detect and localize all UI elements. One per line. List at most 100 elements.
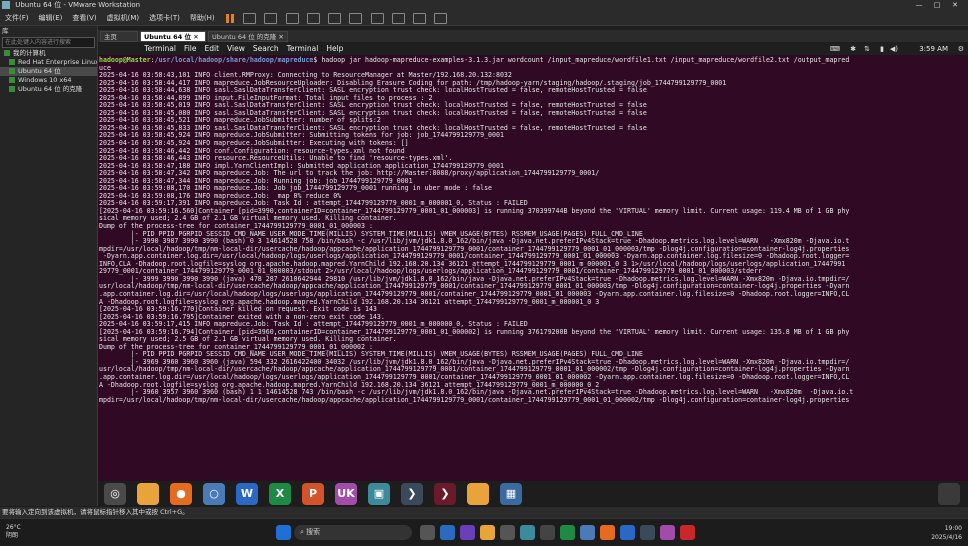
library-item-my-computer[interactable]: 我的计算机 [0, 49, 97, 58]
weather-widget[interactable]: 26°C 阴朗 [6, 524, 21, 540]
tab-home[interactable]: 主页 [100, 31, 138, 42]
library-item-redhat[interactable]: Red Hat Enterprise Linux 6 [0, 58, 97, 67]
ubuntu-logo-icon[interactable]: ◎ [104, 483, 126, 505]
vm-icon [9, 77, 15, 83]
settings-gear-icon[interactable]: ⚙ [958, 43, 964, 55]
taskbar-search[interactable]: ⌕ 搜索 [294, 525, 412, 540]
library-item-windows10[interactable]: Windows 10 x64 [0, 76, 97, 85]
library-view-icon[interactable] [328, 12, 342, 24]
synaptic-icon[interactable]: ▣ [368, 483, 390, 505]
terminal-menu-terminal[interactable]: Terminal [283, 43, 323, 55]
snapshot-manager-icon[interactable] [306, 12, 320, 24]
app-icon[interactable] [660, 525, 675, 540]
edge-icon[interactable] [440, 525, 455, 540]
terminal-output[interactable]: hadoop@Master:/usr/local/hadoop/share/ha… [98, 55, 968, 481]
terminal-alt-icon-glyph: ❯ [440, 487, 450, 500]
terminal-icon-glyph: ❯ [407, 487, 417, 500]
menu-edit[interactable]: 编辑(E) [34, 11, 68, 25]
library-item-ubuntu[interactable]: Ubuntu 64 位 [0, 67, 97, 76]
file-explorer-icon[interactable] [480, 525, 495, 540]
display-icon[interactable]: ▦ [500, 483, 522, 505]
stretch-icon[interactable] [434, 12, 448, 24]
app-icon[interactable] [560, 525, 575, 540]
terminal-line: mpdir=/usr/local/hadoop/tmp/nm-local-dir… [99, 395, 850, 404]
visual-studio-icon[interactable] [460, 525, 475, 540]
minimize-icon[interactable]: — [910, 0, 928, 11]
terminal-prompt-line: hadoop@Master:/usr/local/hadoop/share/ha… [99, 56, 850, 64]
uk-software-icon[interactable]: UK [335, 483, 357, 505]
display-icon-glyph: ▦ [505, 487, 517, 500]
app-icon[interactable] [620, 525, 635, 540]
firefox-icon-glyph: ● [176, 487, 186, 500]
bluetooth-icon[interactable]: ✱ [850, 43, 856, 55]
menu-view[interactable]: 查看(V) [67, 11, 101, 25]
terminal-lines: uce 2025-04-16 03:58:43,101 INFO client.R… [99, 64, 968, 405]
prompt-user: hadoop@Master [99, 56, 151, 64]
terminal-alt-icon[interactable]: ❯ [434, 483, 456, 505]
library-header: 库 [2, 27, 9, 35]
thumbnail-view-icon[interactable] [349, 12, 363, 24]
command-text: $ hadoop jar hadoop-mapreduce-examples-3… [313, 56, 850, 64]
app-icon[interactable] [540, 525, 555, 540]
chrome-icon[interactable] [580, 525, 595, 540]
volume-icon[interactable]: ◀) [890, 43, 898, 55]
terminal-menu-file[interactable]: File [180, 43, 201, 55]
computer-icon [4, 50, 10, 56]
send-keys-icon[interactable] [243, 12, 257, 24]
terminal-menu-help[interactable]: Help [322, 43, 347, 55]
firefox-icon[interactable]: ● [170, 483, 192, 505]
trash-icon[interactable] [938, 483, 960, 505]
wps-icon[interactable] [680, 525, 695, 540]
ubuntu-top-bar: Terminal File Edit View Search Terminal Help ⌨… [98, 43, 968, 55]
synaptic-icon-glyph: ▣ [373, 487, 385, 500]
taskbar-clock[interactable]: 19:00 2025/4/16 [931, 524, 962, 542]
task-view-icon[interactable] [420, 525, 435, 540]
terminal-menu-view[interactable]: View [223, 43, 249, 55]
close-icon[interactable]: ✕ [278, 33, 283, 41]
ubuntu-logo-icon-glyph: ◎ [110, 487, 120, 500]
app-icon[interactable] [640, 525, 655, 540]
fullscreen-icon[interactable] [391, 12, 405, 24]
chromium-icon[interactable]: ○ [203, 483, 225, 505]
close-icon[interactable]: ✕ [193, 33, 198, 41]
menu-tabs[interactable]: 选项卡(T) [144, 11, 185, 25]
pause-icon[interactable] [225, 13, 234, 23]
close-icon[interactable]: ✕ [946, 0, 964, 11]
weather-temp: 26°C [6, 524, 21, 531]
menu-vm[interactable]: 虚拟机(M) [102, 11, 145, 25]
tab-ubuntu-clone[interactable]: Ubuntu 64 位 的克隆 ✕ [208, 31, 288, 42]
app-icon[interactable] [600, 525, 615, 540]
folder-icon[interactable] [467, 483, 489, 505]
library-sidebar: 库 在此处键入内容进行搜索 我的计算机 Red Hat Enterprise L… [0, 26, 98, 506]
ubuntu-dock: ◎ ● ○ W X P UK ▣ ❯ ❯ ▦ [98, 481, 968, 507]
terminal-menu-search[interactable]: Search [249, 43, 283, 55]
console-view-icon[interactable] [370, 12, 384, 24]
windows-start-icon[interactable] [276, 525, 291, 540]
menu-help[interactable]: 帮助(H) [185, 11, 220, 25]
excel-icon[interactable]: X [269, 483, 291, 505]
library-search-input[interactable]: 在此处键入内容进行搜索 [2, 37, 95, 48]
vm-icon [9, 59, 15, 65]
network-icon[interactable]: ⇅ [864, 43, 870, 55]
library-item-ubuntu-clone[interactable]: Ubuntu 64 位 的克隆 [0, 85, 97, 94]
terminal-menu-edit[interactable]: Edit [201, 43, 224, 55]
menu-file[interactable]: 文件(F) [0, 11, 34, 25]
vmware-logo-icon [2, 1, 10, 9]
unity-icon[interactable] [413, 12, 426, 24]
store-icon[interactable] [500, 525, 515, 540]
powerpoint-icon[interactable]: P [302, 483, 324, 505]
revert-snapshot-icon[interactable] [285, 12, 299, 24]
powerpoint-icon-glyph: P [308, 487, 318, 500]
terminal-icon[interactable]: ❯ [401, 483, 423, 505]
uk-software-icon-glyph: UK [337, 487, 355, 500]
tab-ubuntu[interactable]: Ubuntu 64 位 ✕ [140, 31, 206, 42]
terminal-app-menu[interactable]: Terminal [140, 43, 180, 55]
snapshot-icon[interactable] [264, 12, 278, 24]
keyboard-icon[interactable]: ⌨ [830, 43, 840, 55]
word-icon[interactable]: W [236, 483, 258, 505]
maximize-icon[interactable]: □ [928, 0, 946, 11]
battery-icon[interactable]: ▮ [880, 43, 884, 55]
clock[interactable]: 3:59 AM [919, 43, 948, 55]
app-icon[interactable] [520, 525, 535, 540]
files-icon[interactable] [137, 483, 159, 505]
